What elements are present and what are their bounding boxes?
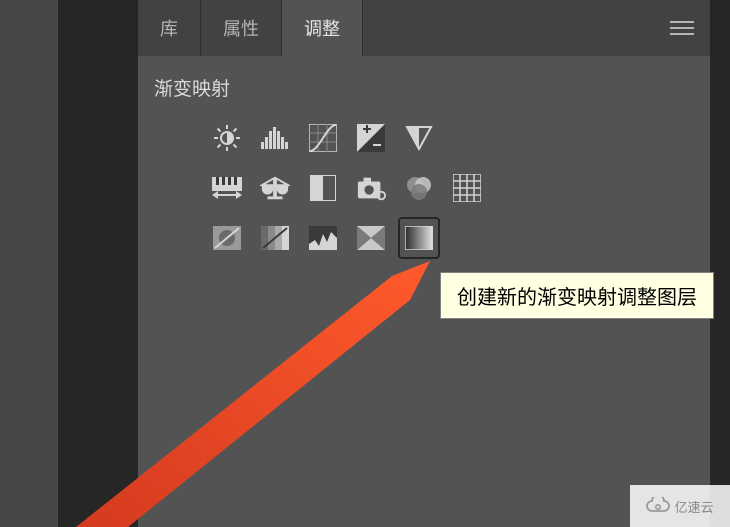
levels-icon[interactable] (260, 123, 290, 153)
tab-properties[interactable]: 属性 (201, 0, 282, 56)
vibrance-icon[interactable] (404, 123, 434, 153)
adjustments-row-1 (212, 123, 434, 153)
tooltip: 创建新的渐变映射调整图层 (440, 272, 714, 319)
adjustments-grid (154, 123, 694, 253)
curves-icon[interactable] (308, 123, 338, 153)
brightness-contrast-icon[interactable] (212, 123, 242, 153)
panel-tabs: 库 属性 调整 (138, 0, 710, 56)
panel-menu-icon[interactable] (670, 20, 694, 36)
watermark: 亿速云 (630, 485, 730, 527)
photo-filter-icon[interactable] (356, 173, 386, 203)
invert-icon[interactable] (212, 223, 242, 253)
gap-strip (58, 0, 138, 527)
right-edge-strip (710, 0, 730, 527)
watermark-text: 亿速云 (674, 497, 713, 516)
color-balance-icon[interactable] (260, 173, 290, 203)
panel-body: 渐变映射 (138, 56, 710, 271)
threshold-icon[interactable] (308, 223, 338, 253)
hue-saturation-icon[interactable] (212, 173, 242, 203)
color-lookup-icon[interactable] (452, 173, 482, 203)
adjustments-row-3 (212, 223, 434, 253)
gradient-map-icon[interactable] (398, 217, 440, 259)
adjustments-row-2 (212, 173, 482, 203)
tab-adjustments[interactable]: 调整 (282, 0, 363, 56)
selective-color-icon[interactable] (356, 223, 386, 253)
posterize-icon[interactable] (260, 223, 290, 253)
channel-mixer-icon[interactable] (404, 173, 434, 203)
left-dock-strip (0, 0, 58, 527)
panel-title: 渐变映射 (154, 74, 694, 101)
exposure-icon[interactable] (356, 123, 386, 153)
adjustments-panel: 库 属性 调整 渐变映射 (138, 0, 710, 527)
tab-library[interactable]: 库 (138, 0, 201, 56)
black-white-icon[interactable] (308, 173, 338, 203)
